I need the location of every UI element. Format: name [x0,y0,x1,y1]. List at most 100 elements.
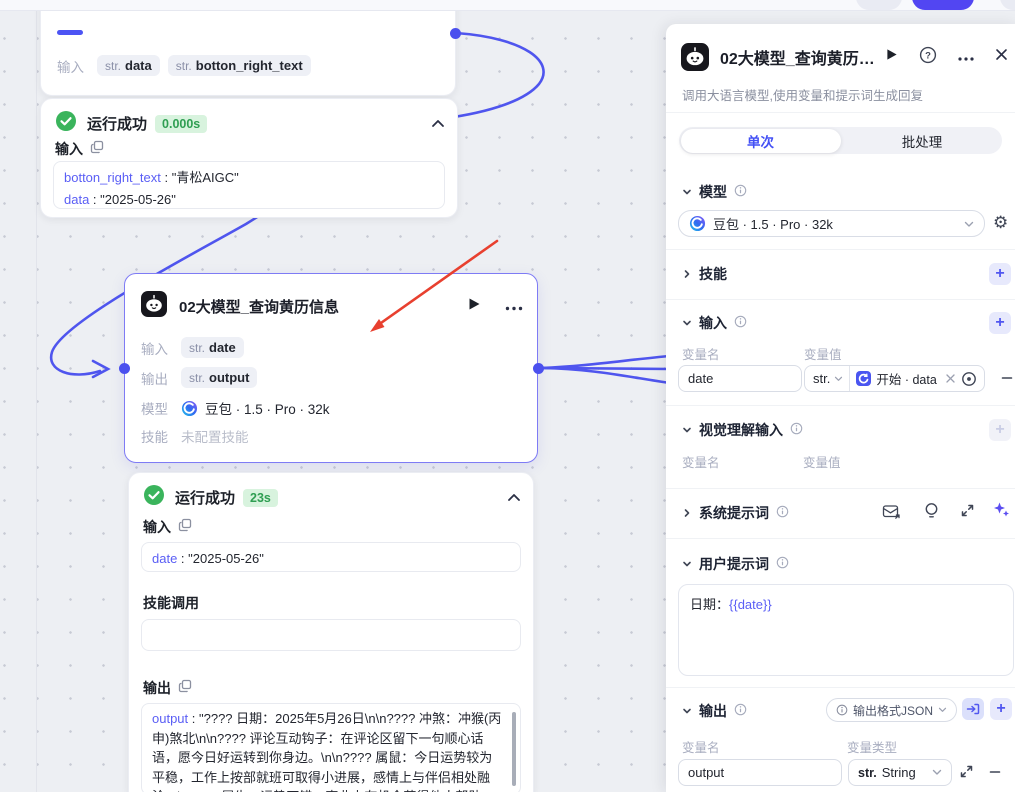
help-icon[interactable]: ? [919,46,937,69]
model-value: 豆包 · 1.5 · Pro · 32k [205,398,330,418]
input-section-label: 输入 [143,517,171,537]
chevron-right-icon[interactable] [682,266,692,282]
expand-icon[interactable] [961,504,974,522]
vision-input-section-label: 视觉理解输入 [699,420,783,440]
user-prompt-editor[interactable]: 日期：{{date}} [678,584,1014,676]
skill-call-values [141,619,521,651]
input-section-label: 输入 [55,139,83,159]
output-port[interactable] [533,363,544,374]
llm-bot-icon [681,43,709,71]
svg-text:?: ? [925,50,931,61]
node-tab-indicator [57,30,83,35]
variable-chip[interactable]: str.output [181,367,257,388]
variable-chip[interactable]: str.data [97,55,160,76]
column-label-name: 变量名 [682,344,720,363]
start-node-card[interactable]: 输入 str.data str.botton_right_text [40,0,456,96]
add-input-button[interactable]: + [989,312,1011,334]
copy-icon[interactable] [90,140,104,159]
system-prompt-section-label: 系统提示词 [699,503,769,523]
type-select[interactable]: str. [805,366,850,391]
info-icon [776,505,789,521]
input-label: 输入 [57,56,97,76]
add-output-button[interactable]: + [990,698,1012,720]
info-icon [734,703,747,719]
scrollbar-thumb[interactable] [512,712,516,786]
export-output-button[interactable] [962,698,984,720]
column-label-name: 变量名 [682,452,720,471]
variable-chip[interactable]: str.botton_right_text [168,55,311,76]
more-icon[interactable] [958,48,974,66]
llm-node-card[interactable]: 02大模型_查询黄历信息 输入 str.date 输出 str.output 模… [124,273,538,463]
input-name-field[interactable] [678,365,802,392]
output-name-value[interactable] [688,765,832,780]
reference-value: 开始 · data [876,369,936,388]
run-node-button[interactable] [468,297,481,316]
output-port[interactable] [450,28,461,39]
prompt-library-icon[interactable] [882,503,901,525]
top-toolbar [0,0,1015,11]
user-prompt-section-label: 用户提示词 [699,554,769,574]
output-section-label: 输出 [699,701,727,721]
model-settings-gear-icon[interactable]: ⚙ [993,214,1008,231]
skill-call-label: 技能调用 [143,593,199,613]
start-node-icon [856,371,871,386]
column-label-name: 变量名 [682,737,720,756]
node-title: 02大模型_查询黄历信息 [179,296,339,317]
panel-subtitle: 调用大语言模型,使用变量和提示词生成回复 [682,85,923,104]
tab-single[interactable]: 单次 [681,129,841,153]
model-section-label: 模型 [699,182,727,202]
add-skill-button[interactable]: + [989,263,1011,285]
chevron-right-icon[interactable] [682,505,692,521]
model-select-value: 豆包 · 1.5 · Pro · 32k [713,214,833,233]
skill-label: 技能 [141,426,181,446]
run-result-panel[interactable]: 运行成功 0.000s 输入 botton_right_text : "青松AI… [40,98,458,218]
chevron-down-icon[interactable] [682,556,692,572]
run-status-text: 运行成功 [175,487,235,508]
duration-badge: 0.000s [155,115,207,133]
tab-batch[interactable]: 批处理 [842,127,1002,154]
canvas-guide-line [36,11,37,792]
run-output-values[interactable]: output : "???? 日期：2025年5月26日\n\n???? 冲煞：… [141,703,521,792]
column-label-value: 变量值 [803,452,841,471]
chevron-down-icon [964,215,974,233]
toolbar-button[interactable] [856,0,902,10]
input-section-label: 输入 [699,313,727,333]
copy-icon[interactable] [178,518,192,537]
node-config-panel: 02大模型_查询黄历… ? 调用大语言模型,使用变量和提示词生成回复 单次 批处… [666,24,1015,792]
model-label: 模型 [141,398,181,418]
primary-toolbar-button[interactable] [912,0,974,10]
collapse-chevron-icon[interactable] [507,489,521,507]
output-section-label: 输出 [143,678,171,698]
copy-icon[interactable] [178,679,192,698]
chevron-down-icon[interactable] [682,422,692,438]
close-icon[interactable] [995,48,1008,66]
chevron-down-icon[interactable] [682,315,692,331]
toolbar-button[interactable] [1000,0,1015,10]
remove-output-row-icon[interactable] [988,765,1002,784]
output-type-select[interactable]: str. String [848,759,952,786]
run-input-values: date : "2025-05-26" [141,542,521,572]
output-format-select[interactable]: 输出格式JSON [826,698,957,722]
panel-title: 02大模型_查询黄历… [720,45,875,69]
input-port[interactable] [119,363,130,374]
input-value-field[interactable]: str. 开始 · data [804,365,985,392]
chevron-down-icon[interactable] [682,184,692,200]
clear-reference-icon[interactable] [946,372,955,386]
expand-icon[interactable] [960,765,973,783]
input-name-value[interactable] [688,371,792,386]
success-icon [55,110,77,137]
run-node-button[interactable] [886,48,898,66]
variable-chip[interactable]: str.date [181,337,244,358]
run-result-panel[interactable]: 运行成功 23s 输入 date : "2025-05-26" 技能调用 输出 [128,472,534,792]
chevron-down-icon[interactable] [682,703,692,719]
remove-input-row-icon[interactable] [1000,371,1014,390]
skill-value: 未配置技能 [181,426,249,446]
focus-reference-icon[interactable] [961,371,977,387]
collapse-chevron-icon[interactable] [431,115,445,133]
lightbulb-icon[interactable] [924,502,939,525]
model-select[interactable]: 豆包 · 1.5 · Pro · 32k [678,210,985,237]
ai-optimize-sparkle-icon[interactable] [993,501,1010,523]
input-label: 输入 [141,338,181,358]
more-icon[interactable] [505,298,523,316]
output-name-field[interactable] [678,759,842,786]
